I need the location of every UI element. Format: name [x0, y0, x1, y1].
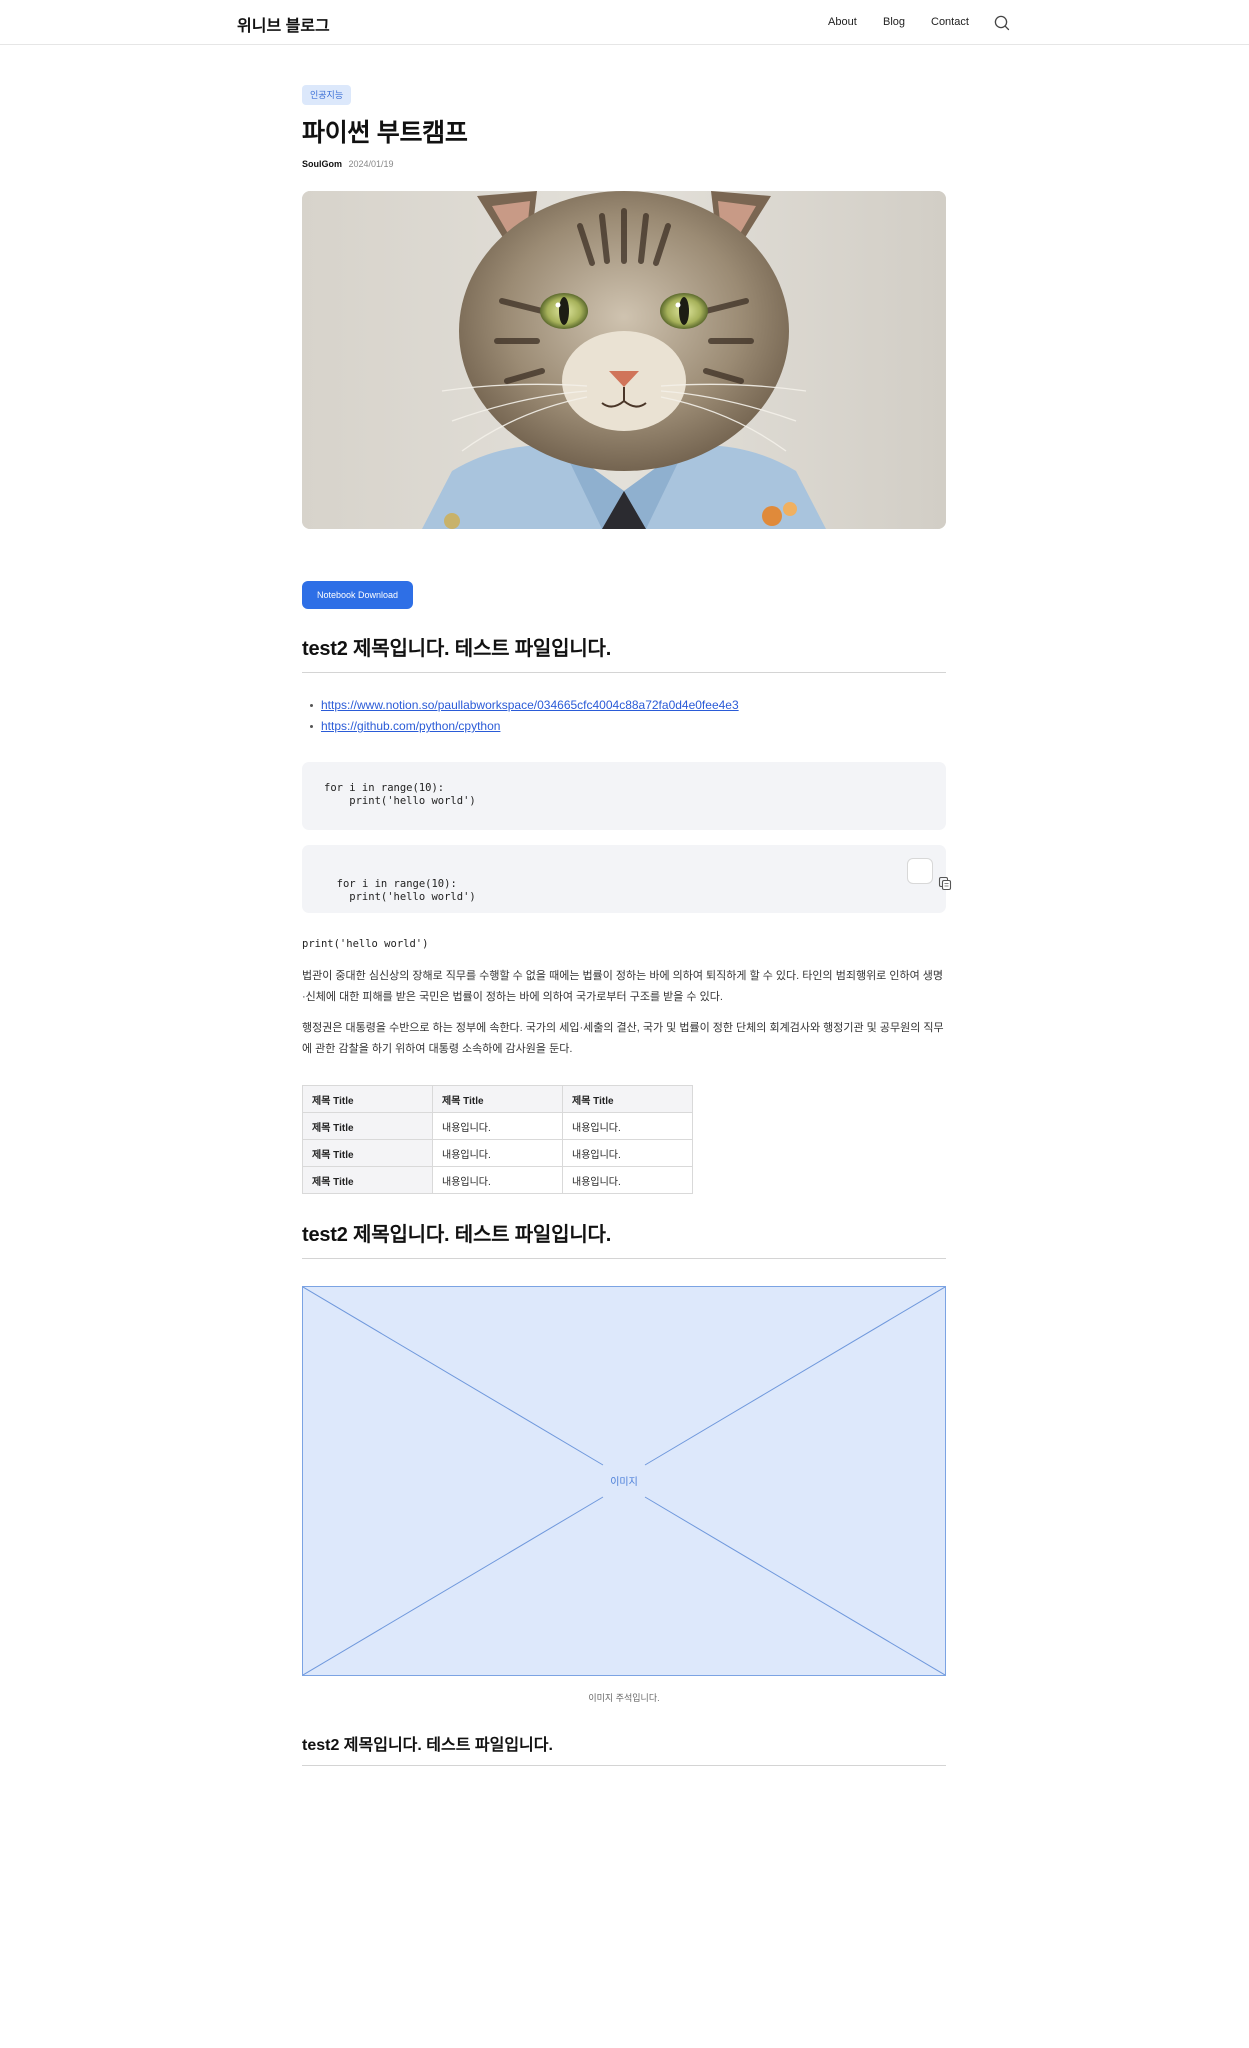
- table-header-cell: 제목 Title: [432, 1085, 563, 1113]
- search-icon[interactable]: [993, 14, 1011, 32]
- hero-image: [302, 191, 946, 529]
- nav-blog[interactable]: Blog: [883, 16, 905, 28]
- table-header-cell: 제목 Title: [302, 1085, 433, 1113]
- table-row-head: 제목 Title: [302, 1166, 433, 1194]
- code-block: for i in range(10): print('hello world'): [302, 762, 946, 830]
- section-heading: test2 제목입니다. 테스트 파일입니다.: [302, 1737, 553, 1754]
- nav-contact[interactable]: Contact: [931, 16, 969, 28]
- section-heading: test2 제목입니다. 테스트 파일입니다.: [302, 1224, 612, 1246]
- notebook-download-button[interactable]: Notebook Download: [302, 581, 413, 609]
- image-caption: 이미지 주석입니다.: [588, 1693, 660, 1703]
- image-placeholder-label: 이미지: [610, 1477, 638, 1488]
- section-divider: [302, 1765, 946, 1766]
- table-row: 제목 Title 내용입니다. 내용입니다.: [302, 1166, 693, 1194]
- image-placeholder: 이미지: [302, 1286, 946, 1676]
- table-header-row: 제목 Title 제목 Title 제목 Title: [302, 1085, 693, 1113]
- link-list: https://www.notion.so/paullabworkspace/0…: [310, 695, 739, 737]
- table-header-cell: 제목 Title: [562, 1085, 693, 1113]
- table-cell: 내용입니다.: [562, 1139, 693, 1167]
- category-tag[interactable]: 인공지능: [302, 85, 352, 105]
- bullet-icon: [310, 725, 313, 729]
- content-table: 제목 Title 제목 Title 제목 Title 제목 Title 내용입니…: [302, 1085, 693, 1194]
- table-cell: 내용입니다.: [562, 1166, 693, 1194]
- site-header: 위니브 블로그 About Blog Contact: [0, 0, 1249, 45]
- table-row: 제목 Title 내용입니다. 내용입니다.: [302, 1139, 693, 1167]
- table-row-head: 제목 Title: [302, 1112, 433, 1140]
- copy-icon[interactable]: [907, 858, 952, 891]
- post-date: 2024/01/19: [348, 159, 394, 169]
- site-brand[interactable]: 위니브 블로그: [237, 12, 330, 36]
- table-row-head: 제목 Title: [302, 1139, 433, 1167]
- code-block-with-copy: for i in range(10): print('hello world'): [302, 845, 952, 913]
- table-row: 제목 Title 내용입니다. 내용입니다.: [302, 1112, 693, 1140]
- notion-link[interactable]: https://www.notion.so/paullabworkspace/0…: [321, 698, 739, 712]
- section-divider: [302, 672, 946, 673]
- table-cell: 내용입니다.: [432, 1112, 563, 1140]
- body-paragraph: 행정권은 대통령을 수반으로 하는 정부에 속한다. 국가의 세입·세출의 결산…: [302, 1022, 944, 1055]
- list-item: https://www.notion.so/paullabworkspace/0…: [310, 695, 739, 716]
- post-title: 파이썬 부트캠프: [302, 119, 468, 147]
- table-cell: 내용입니다.: [562, 1112, 693, 1140]
- post-author: SoulGom: [302, 159, 342, 169]
- section-heading: test2 제목입니다. 테스트 파일입니다.: [302, 638, 612, 660]
- nav-about[interactable]: About: [828, 16, 857, 28]
- bullet-icon: [310, 704, 313, 708]
- table-cell: 내용입니다.: [432, 1166, 563, 1194]
- post-meta: SoulGom 2024/01/19: [302, 159, 394, 169]
- github-link[interactable]: https://github.com/python/cpython: [321, 719, 500, 733]
- table-cell: 내용입니다.: [432, 1139, 563, 1167]
- inline-code: print('hello world'): [302, 938, 429, 950]
- section-divider: [302, 1258, 946, 1259]
- list-item: https://github.com/python/cpython: [310, 716, 739, 737]
- body-paragraph: 법관이 중대한 심신상의 장해로 직무를 수행할 수 없을 때에는 법률이 정하…: [302, 970, 944, 1003]
- code-text: for i in range(10): print('hello world'): [336, 878, 476, 903]
